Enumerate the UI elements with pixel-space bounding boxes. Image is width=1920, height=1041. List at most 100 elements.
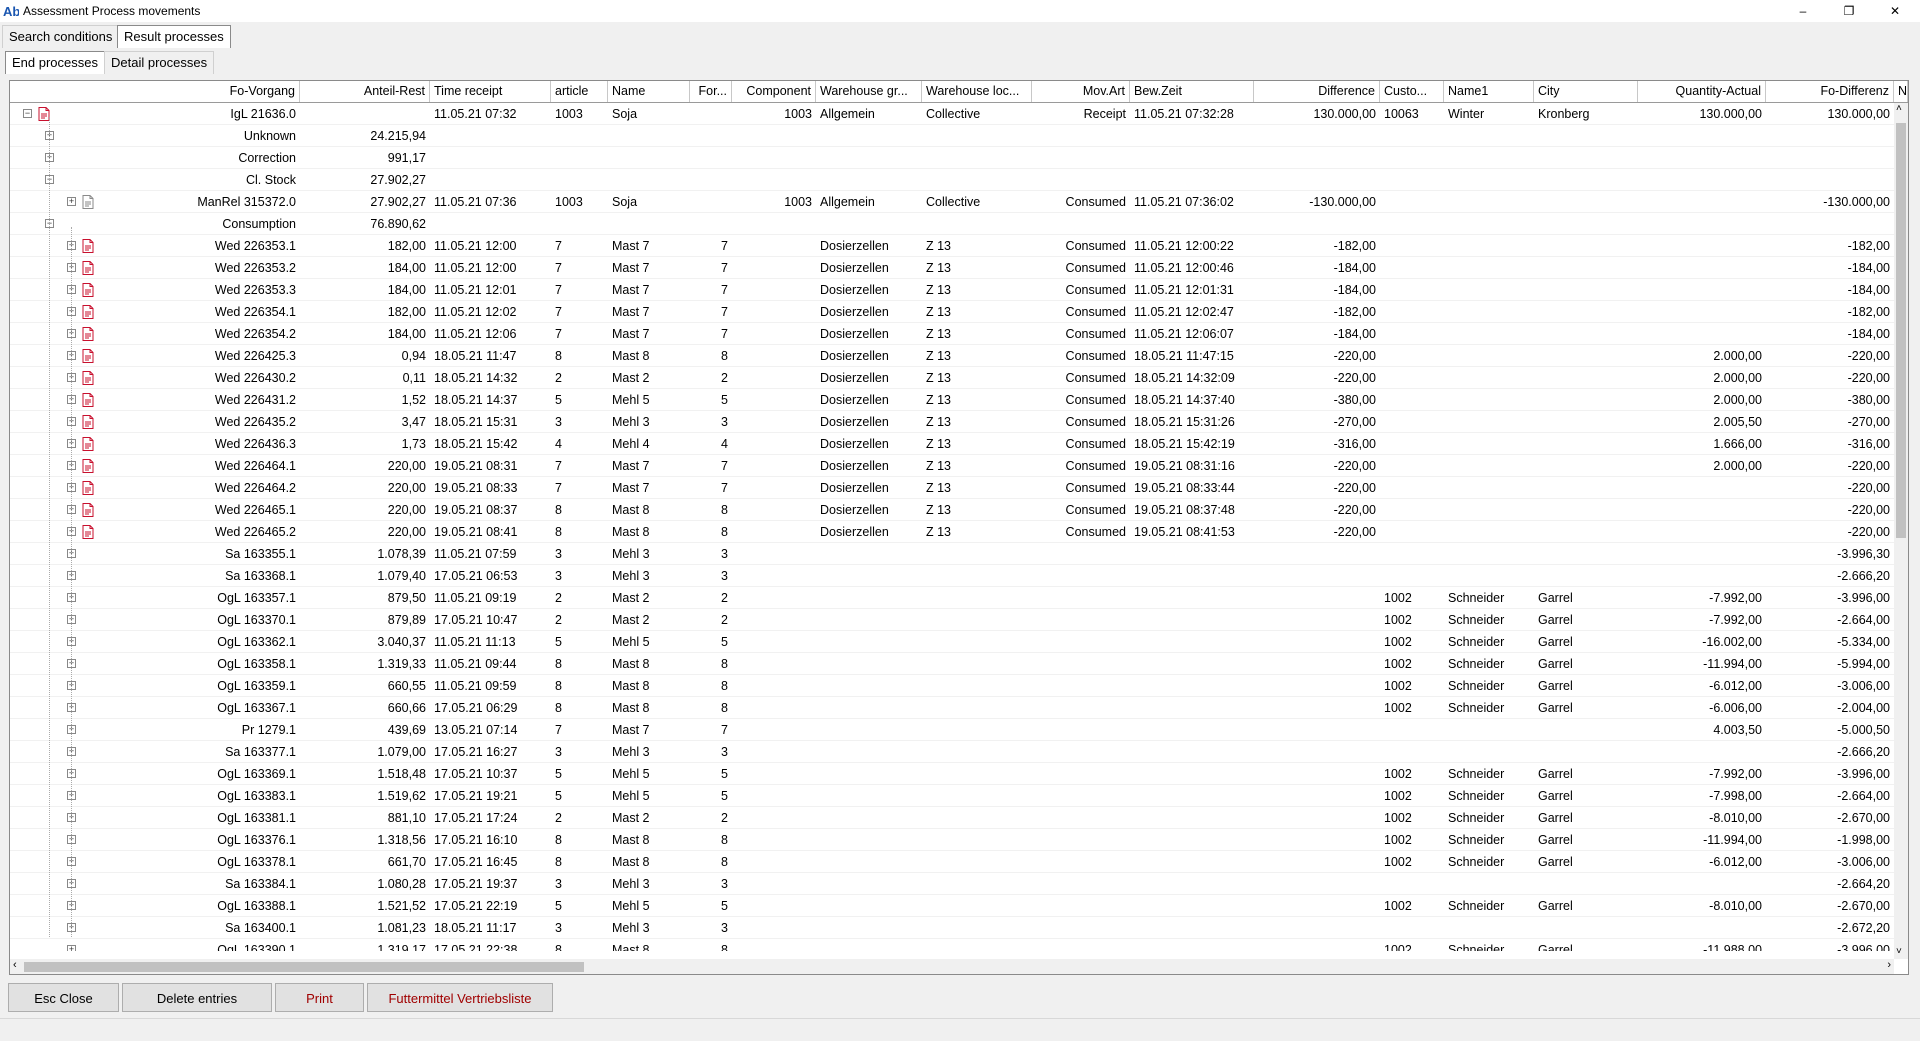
column-header-name1[interactable]: Name1: [1444, 81, 1534, 102]
table-row[interactable]: + Wed 226425.3 0,94 18.05.21 11:47 8 Mast 88D…: [10, 345, 1894, 367]
table-row[interactable]: + OgL 163369.1 1.518,48 17.05.21 10:37 5 Mehl…: [10, 763, 1894, 785]
column-header-component[interactable]: Component: [732, 81, 816, 102]
table-row[interactable]: + OgL 163370.1 879,89 17.05.21 10:47 2 Mast 2…: [10, 609, 1894, 631]
table-row[interactable]: + Unknown 24.215,94: [10, 125, 1894, 147]
column-header-fo-differenz[interactable]: Fo-Differenz: [1766, 81, 1894, 102]
table-row[interactable]: + OgL 163358.1 1.319,33 11.05.21 09:44 8 Mast…: [10, 653, 1894, 675]
cell-mov-art: [1032, 917, 1130, 939]
cell-time-receipt: 11.05.21 09:44: [434, 657, 517, 671]
scroll-down-icon[interactable]: ˅: [1896, 946, 1902, 957]
column-header-difference[interactable]: Difference: [1254, 81, 1380, 102]
column-header-article[interactable]: article: [551, 81, 608, 102]
column-header-city[interactable]: City: [1534, 81, 1638, 102]
table-row[interactable]: + Wed 226353.1 182,00 11.05.21 12:00 7 Mast 7…: [10, 235, 1894, 257]
delete-entries-button[interactable]: Delete entries: [122, 983, 272, 1012]
column-header-customer[interactable]: Custo...: [1380, 81, 1444, 102]
table-row[interactable]: + OgL 163381.1 881,10 17.05.21 17:24 2 Mast 2…: [10, 807, 1894, 829]
table-row[interactable]: + Wed 226464.1 220,00 19.05.21 08:31 7 Mast 7…: [10, 455, 1894, 477]
cell-name: Mast 8: [612, 943, 650, 951]
close-window-button[interactable]: ✕: [1872, 0, 1918, 22]
column-header-quantity-actual[interactable]: Quantity-Actual: [1638, 81, 1766, 102]
cell-customer: [1380, 477, 1444, 499]
table-row[interactable]: + Wed 226354.1 182,00 11.05.21 12:02 7 Mast 7…: [10, 301, 1894, 323]
table-row[interactable]: + Wed 226431.2 1,52 18.05.21 14:37 5 Mehl 55D…: [10, 389, 1894, 411]
tab-result-processes[interactable]: Result processes: [117, 25, 231, 48]
horizontal-scrollbar[interactable]: ‹ ›: [10, 959, 1894, 974]
cell-component: [732, 125, 816, 147]
tab-end-processes[interactable]: End processes: [5, 51, 105, 74]
cell-name: Mehl 3: [612, 547, 650, 561]
table-row[interactable]: + Correction 991,17: [10, 147, 1894, 169]
vertical-scroll-thumb[interactable]: [1896, 123, 1906, 538]
column-header-for[interactable]: For...: [690, 81, 732, 102]
table-row[interactable]: + Wed 226354.2 184,00 11.05.21 12:06 7 Mast 7…: [10, 323, 1894, 345]
cell-anteil-rest: 184,00: [387, 327, 426, 341]
table-row[interactable]: + OgL 163376.1 1.318,56 17.05.21 16:10 8 Mast…: [10, 829, 1894, 851]
table-row[interactable]: + OgL 163357.1 879,50 11.05.21 09:19 2 Mast 2…: [10, 587, 1894, 609]
column-header-warehouse-group[interactable]: Warehouse gr...: [816, 81, 922, 102]
cell-warehouse-group: [816, 829, 922, 851]
cell-difference: [1254, 169, 1380, 191]
cell-for: 2: [721, 591, 728, 605]
cell-article: [551, 169, 608, 191]
column-header-fo-vorgang[interactable]: Fo-Vorgang: [10, 81, 300, 102]
table-row[interactable]: + OgL 163390.1 1.319,17 17.05.21 22:38 8 Mast…: [10, 939, 1894, 951]
cell-city: Garrel: [1538, 855, 1573, 869]
cell-anteil-rest: 660,66: [387, 701, 426, 715]
horizontal-scroll-thumb[interactable]: [24, 962, 584, 972]
table-row[interactable]: + OgL 163367.1 660,66 17.05.21 06:29 8 Mast 8…: [10, 697, 1894, 719]
table-row[interactable]: + OgL 163388.1 1.521,52 17.05.21 22:19 5 Mehl…: [10, 895, 1894, 917]
table-row[interactable]: + OgL 163383.1 1.519,62 17.05.21 19:21 5 Mehl…: [10, 785, 1894, 807]
table-row[interactable]: − Cl. Stock 27.902,27: [10, 169, 1894, 191]
scroll-left-icon[interactable]: ‹: [13, 959, 17, 971]
column-header-n[interactable]: N: [1894, 81, 1908, 102]
column-header-bew-zeit[interactable]: Bew.Zeit: [1130, 81, 1254, 102]
table-row[interactable]: + ManRel 315372.0 27.902,27 11.05.21 07:36 1…: [10, 191, 1894, 213]
table-row[interactable]: + Sa 163400.1 1.081,23 18.05.21 11:17 3 Mehl …: [10, 917, 1894, 939]
tab-search-conditions[interactable]: Search conditions: [2, 25, 120, 48]
vertical-scrollbar[interactable]: ˄ ˅: [1894, 103, 1908, 959]
table-row[interactable]: + OgL 163378.1 661,70 17.05.21 16:45 8 Mast 8…: [10, 851, 1894, 873]
table-row[interactable]: + Wed 226464.2 220,00 19.05.21 08:33 7 Mast 7…: [10, 477, 1894, 499]
table-row[interactable]: + Wed 226353.3 184,00 11.05.21 12:01 7 Mast 7…: [10, 279, 1894, 301]
table-row[interactable]: + Wed 226436.3 1,73 18.05.21 15:42 4 Mehl 44D…: [10, 433, 1894, 455]
cell-name: Mehl 5: [612, 789, 650, 803]
table-row[interactable]: + OgL 163362.1 3.040,37 11.05.21 11:13 5 Mehl…: [10, 631, 1894, 653]
scroll-right-icon[interactable]: ›: [1887, 959, 1891, 971]
table-row[interactable]: + Sa 163368.1 1.079,40 17.05.21 06:53 3 Mehl …: [10, 565, 1894, 587]
futtermittel-vertriebsliste-button[interactable]: Futtermittel Vertriebsliste: [367, 983, 553, 1012]
column-header-warehouse-location[interactable]: Warehouse loc...: [922, 81, 1032, 102]
cell-fo-vorgang: Sa 163377.1: [225, 745, 296, 759]
table-row[interactable]: + Sa 163355.1 1.078,39 11.05.21 07:59 3 Mehl …: [10, 543, 1894, 565]
table-row[interactable]: − IgL 21636.0 11.05.21 07:32 1003 Soja 1003 Al…: [10, 103, 1894, 125]
maximize-button[interactable]: ❐: [1826, 0, 1872, 22]
table-row[interactable]: + Wed 226465.1 220,00 19.05.21 08:37 8 Mast 8…: [10, 499, 1894, 521]
table-row[interactable]: + Pr 1279.1 439,69 13.05.21 07:14 7 Mast 7 7 4.…: [10, 719, 1894, 741]
print-button[interactable]: Print: [275, 983, 364, 1012]
column-header-mov-art[interactable]: Mov.Art: [1032, 81, 1130, 102]
cell-name1: [1444, 565, 1534, 587]
column-header-time-receipt[interactable]: Time receipt: [430, 81, 551, 102]
cell-name: Mast 2: [612, 811, 650, 825]
table-row[interactable]: + OgL 163359.1 660,55 11.05.21 09:59 8 Mast 8…: [10, 675, 1894, 697]
cell-warehouse-group: Dosierzellen: [820, 393, 889, 407]
table-row[interactable]: + Wed 226430.2 0,11 18.05.21 14:32 2 Mast 22D…: [10, 367, 1894, 389]
cell-mov-art: [1032, 719, 1130, 741]
esc-close-button[interactable]: Esc Close: [8, 983, 119, 1012]
result-tree-grid[interactable]: Fo-Vorgang Anteil-Rest Time receipt article…: [9, 80, 1909, 975]
column-header-name[interactable]: Name: [608, 81, 690, 102]
column-header-anteil-rest[interactable]: Anteil-Rest: [300, 81, 430, 102]
minimize-button[interactable]: –: [1780, 0, 1826, 22]
tab-detail-processes[interactable]: Detail processes: [104, 51, 215, 74]
table-row[interactable]: + Sa 163384.1 1.080,28 17.05.21 19:37 3 Mehl …: [10, 873, 1894, 895]
cell-quantity-actual: -11.994,00: [1703, 657, 1762, 671]
table-row[interactable]: − Consumption 76.890,62: [10, 213, 1894, 235]
cell-fo-differenz: -2.664,00: [1837, 789, 1890, 803]
scroll-up-icon[interactable]: ˄: [1896, 103, 1902, 114]
cell-quantity-actual: [1638, 147, 1766, 169]
table-row[interactable]: + Wed 226435.2 3,47 18.05.21 15:31 3 Mehl 33D…: [10, 411, 1894, 433]
table-row[interactable]: + Wed 226465.2 220,00 19.05.21 08:41 8 Mast 8…: [10, 521, 1894, 543]
table-row[interactable]: + Wed 226353.2 184,00 11.05.21 12:00 7 Mast 7…: [10, 257, 1894, 279]
table-row[interactable]: + Sa 163377.1 1.079,00 17.05.21 16:27 3 Mehl …: [10, 741, 1894, 763]
cell-mov-art: [1032, 147, 1130, 169]
